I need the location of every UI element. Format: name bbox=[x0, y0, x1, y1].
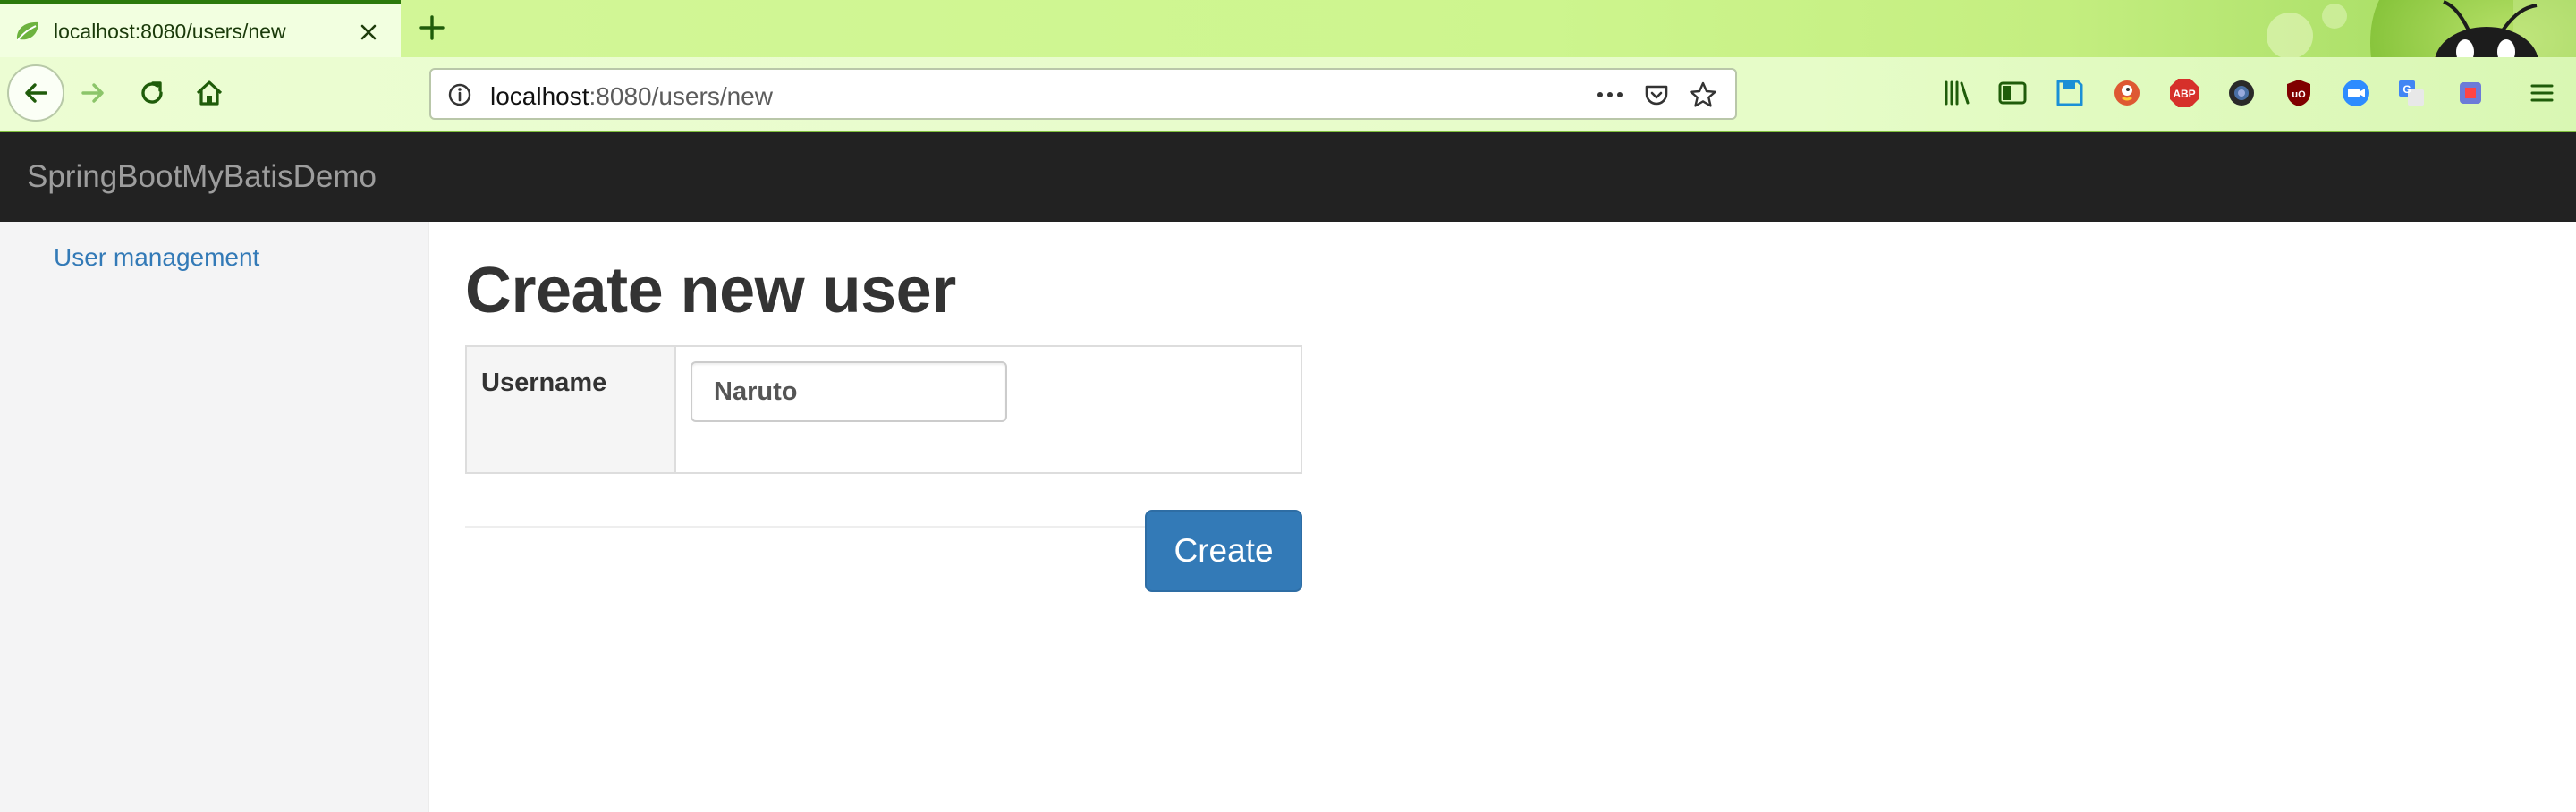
svg-text:G: G bbox=[2402, 83, 2411, 96]
menu-icon[interactable] bbox=[2526, 77, 2558, 109]
username-label-cell: Username bbox=[467, 347, 676, 472]
home-button[interactable] bbox=[191, 75, 227, 111]
adblock-badge-text: ABP bbox=[2173, 88, 2195, 100]
translate-icon[interactable]: G bbox=[2395, 77, 2428, 109]
username-label: Username bbox=[481, 368, 607, 397]
create-button[interactable]: Create bbox=[1145, 510, 1302, 592]
browser-tab-bar: localhost:8080/users/new bbox=[0, 0, 2576, 57]
library-icon[interactable] bbox=[1941, 77, 1973, 109]
url-bar[interactable]: localhost:8080/users/new bbox=[429, 68, 1737, 120]
lens-icon[interactable] bbox=[2225, 77, 2258, 109]
home-icon bbox=[196, 80, 223, 106]
username-input[interactable] bbox=[691, 361, 1007, 422]
ublock-icon[interactable]: uO bbox=[2283, 77, 2315, 109]
user-form-table: Username bbox=[465, 345, 1302, 474]
spring-leaf-icon bbox=[16, 21, 38, 41]
form-divider bbox=[465, 526, 1181, 528]
url-host: localhost bbox=[490, 82, 589, 110]
browser-nav-bar: localhost:8080/users/new ABP uO G bbox=[0, 57, 2576, 132]
new-tab-icon[interactable] bbox=[417, 13, 447, 43]
back-button[interactable] bbox=[7, 64, 64, 122]
save-icon[interactable] bbox=[2054, 77, 2086, 109]
arrow-right-icon bbox=[81, 83, 104, 103]
zoom-icon[interactable] bbox=[2340, 77, 2372, 109]
sidebar-item-user-management[interactable]: User management bbox=[54, 243, 259, 272]
tab-title: localhost:8080/users/new bbox=[54, 20, 286, 43]
svg-text:uO: uO bbox=[2292, 89, 2306, 100]
reload-icon bbox=[141, 81, 163, 104]
bookmark-star-icon[interactable] bbox=[1689, 80, 1717, 109]
sidebar: User management bbox=[0, 222, 429, 812]
page-title: Create new user bbox=[465, 255, 956, 326]
pocket-icon[interactable] bbox=[1642, 80, 1671, 109]
url-text[interactable]: localhost:8080/users/new bbox=[490, 82, 773, 111]
extension-icon[interactable] bbox=[2454, 77, 2487, 109]
reload-button[interactable] bbox=[134, 75, 170, 111]
app-brand[interactable]: SpringBootMyBatisDemo bbox=[27, 159, 377, 195]
app-header: SpringBootMyBatisDemo bbox=[0, 132, 2576, 222]
browser-tab[interactable]: localhost:8080/users/new bbox=[0, 0, 401, 57]
tab-close-icon[interactable] bbox=[354, 18, 383, 47]
arrow-left-icon bbox=[25, 83, 47, 103]
sidebar-icon[interactable] bbox=[1996, 77, 2029, 109]
url-path: :8080/users/new bbox=[589, 82, 773, 110]
duckduckgo-icon[interactable] bbox=[2111, 77, 2143, 109]
info-icon[interactable] bbox=[447, 82, 472, 107]
more-actions-icon[interactable] bbox=[1594, 82, 1626, 107]
forward-button[interactable] bbox=[75, 75, 111, 111]
adblock-plus-icon[interactable]: ABP bbox=[2168, 77, 2200, 109]
